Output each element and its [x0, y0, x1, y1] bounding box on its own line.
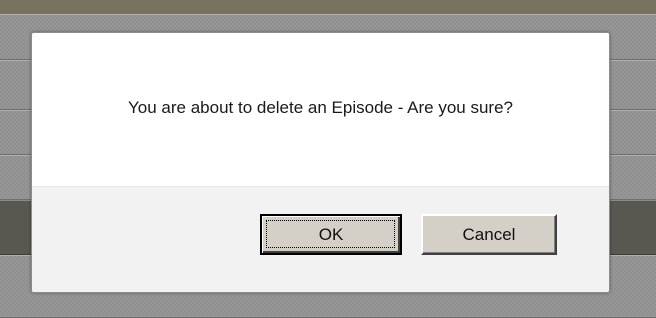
cancel-button[interactable]: Cancel	[421, 214, 557, 255]
dialog-button-bar: OK Cancel	[32, 186, 609, 292]
ok-button[interactable]: OK	[260, 214, 402, 255]
cancel-button-label: Cancel	[462, 225, 516, 244]
ok-button-label: OK	[318, 225, 344, 244]
dialog-message: You are about to delete an Episode - Are…	[128, 98, 513, 117]
background-toolbar	[0, 0, 656, 14]
confirm-delete-dialog: You are about to delete an Episode - Are…	[31, 32, 610, 293]
dialog-body: You are about to delete an Episode - Are…	[32, 33, 609, 186]
